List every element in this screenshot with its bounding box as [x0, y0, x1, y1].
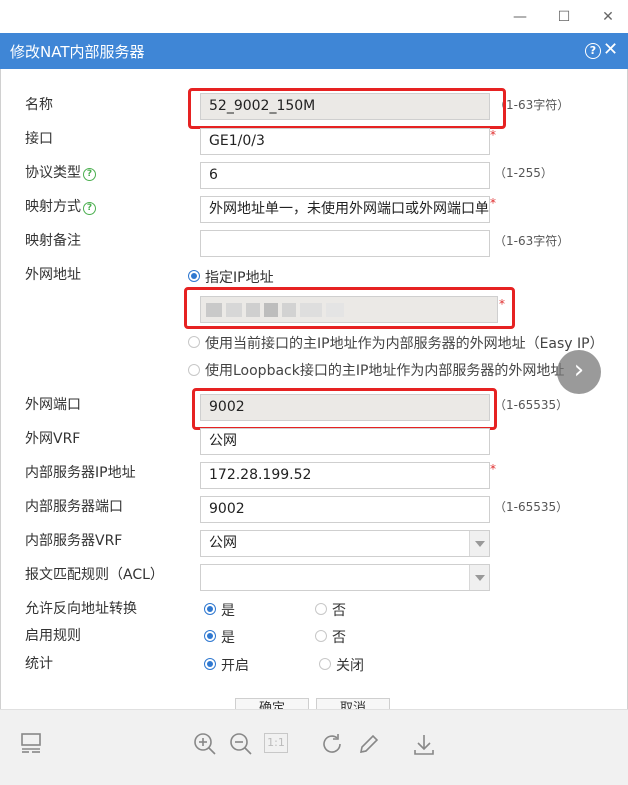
radio-specify-ip[interactable]: [188, 270, 200, 282]
internal-vrf-select[interactable]: 公网: [200, 530, 490, 557]
minimize-icon[interactable]: —: [509, 6, 531, 28]
chevron-down-icon[interactable]: [469, 531, 489, 556]
edit-icon[interactable]: [357, 732, 381, 760]
required-mark: *: [490, 128, 496, 142]
statistics-on-radio[interactable]: [204, 658, 216, 670]
radio-current-interface-label: 使用当前接口的主IP地址作为内部服务器的外网地址（Easy IP）: [205, 336, 604, 352]
protocol-label: 协议类型?: [25, 162, 96, 182]
protocol-input[interactable]: 6: [200, 162, 490, 189]
internal-vrf-value: 公网: [209, 535, 237, 551]
internal-port-hint: （1-65535）: [494, 500, 569, 514]
maximize-icon[interactable]: ☐: [553, 6, 575, 28]
acl-label: 报文匹配规则（ACL）: [25, 567, 164, 583]
statistics-off-label: 关闭: [336, 658, 364, 674]
window-close-icon[interactable]: ✕: [597, 6, 619, 28]
enable-rule-yes-radio[interactable]: [204, 630, 216, 642]
mapping-note-input[interactable]: [200, 230, 490, 257]
external-port-label: 外网端口: [25, 397, 81, 413]
chevron-down-icon[interactable]: [469, 565, 489, 590]
acl-select[interactable]: [200, 564, 490, 591]
enable-rule-no-radio[interactable]: [315, 630, 327, 642]
reverse-nat-yes-radio[interactable]: [204, 603, 216, 615]
mapping-mode-input[interactable]: 外网地址单一，未使用外网端口或外网端口单: [200, 196, 490, 223]
reverse-nat-no-label: 否: [332, 603, 346, 619]
internal-port-label: 内部服务器端口: [25, 499, 123, 515]
internal-vrf-label: 内部服务器VRF: [25, 533, 123, 549]
reverse-nat-label: 允许反向地址转换: [25, 601, 137, 617]
internal-port-input[interactable]: 9002: [200, 496, 490, 523]
internal-ip-label: 内部服务器IP地址: [25, 465, 136, 481]
actual-size-icon[interactable]: 1:1: [264, 733, 288, 753]
highlight-box: [188, 88, 506, 129]
external-port-hint: （1-65535）: [494, 398, 569, 412]
protocol-hint: （1-255）: [494, 166, 553, 180]
question-icon[interactable]: ?: [83, 202, 96, 215]
external-vrf-label: 外网VRF: [25, 431, 81, 447]
mapping-mode-label: 映射方式?: [25, 196, 96, 216]
dialog-title: 修改NAT内部服务器: [10, 43, 145, 61]
reverse-nat-yes-label: 是: [221, 603, 235, 619]
required-mark: *: [490, 462, 496, 476]
window-titlebar: — ☐ ✕: [0, 0, 628, 33]
mapping-note-label: 映射备注: [25, 233, 81, 249]
external-vrf-input[interactable]: 公网: [200, 428, 490, 455]
internal-ip-input[interactable]: 172.28.199.52: [200, 462, 490, 489]
interface-input[interactable]: GE1/0/3: [200, 128, 490, 155]
dialog-close-icon[interactable]: ✕: [603, 40, 618, 60]
next-arrow-button[interactable]: ›: [557, 350, 601, 394]
dialog-header: 修改NAT内部服务器 ? ✕: [0, 33, 628, 69]
radio-loopback-label: 使用Loopback接口的主IP地址作为内部服务器的外网地址: [205, 363, 565, 379]
radio-loopback[interactable]: [188, 364, 200, 376]
radio-specify-ip-label: 指定IP地址: [205, 270, 274, 286]
enable-rule-yes-label: 是: [221, 630, 235, 646]
reverse-nat-no-radio[interactable]: [315, 603, 327, 615]
download-icon[interactable]: [412, 732, 436, 760]
mapping-note-hint: （1-63字符）: [494, 234, 570, 248]
enable-rule-label: 启用规则: [25, 628, 81, 644]
zoom-in-icon[interactable]: [193, 732, 217, 760]
statistics-label: 统计: [25, 656, 53, 672]
required-mark: *: [490, 196, 496, 210]
protocol-label-text: 协议类型: [25, 165, 81, 181]
rotate-icon[interactable]: [320, 732, 344, 760]
highlight-box: [184, 287, 515, 329]
name-label: 名称: [25, 97, 53, 113]
highlight-box: [192, 388, 497, 430]
enable-rule-no-label: 否: [332, 630, 346, 646]
zoom-out-icon[interactable]: [229, 732, 253, 760]
mapping-mode-label-text: 映射方式: [25, 199, 81, 215]
thumbnail-view-icon[interactable]: [20, 732, 42, 758]
question-icon[interactable]: ?: [83, 168, 96, 181]
external-address-label: 外网地址: [25, 267, 81, 283]
statistics-off-radio[interactable]: [319, 658, 331, 670]
interface-label: 接口: [25, 131, 53, 147]
radio-current-interface[interactable]: [188, 336, 200, 348]
statistics-on-label: 开启: [221, 658, 249, 674]
help-icon[interactable]: ?: [585, 43, 601, 59]
viewer-toolbar: 1:1: [0, 709, 628, 785]
